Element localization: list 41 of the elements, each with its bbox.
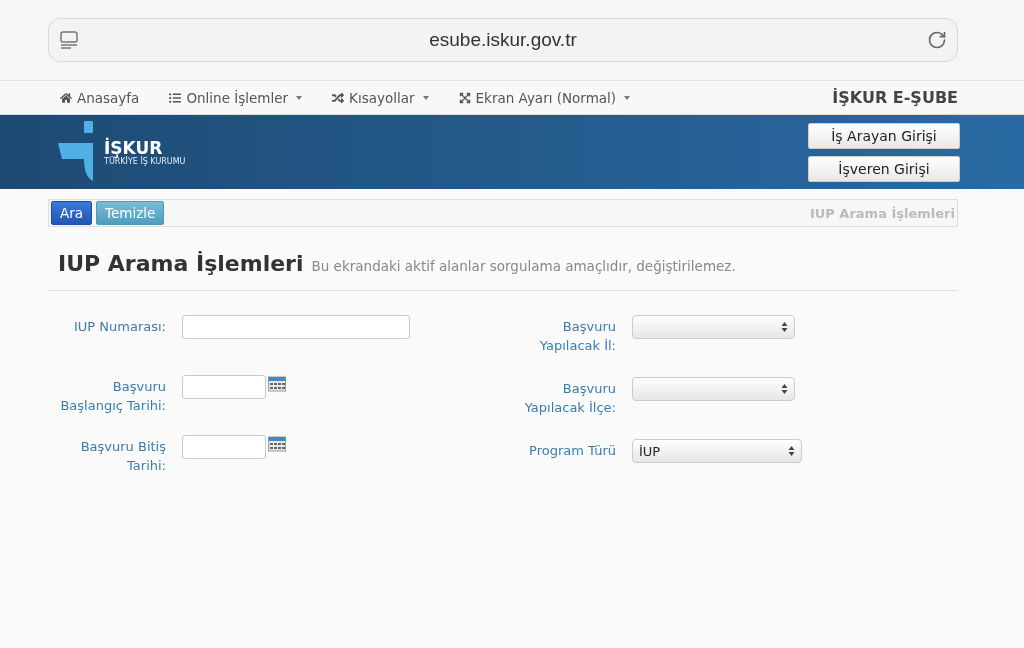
field-label: Başvuru Başlangıç Tarihi: [59,378,166,415]
page-subtitle: Bu ekrandaki aktif alanlar sorgulama amaçlıdır, değiştirilemez. [311,258,736,274]
expand-icon [458,91,471,104]
home-icon [60,91,72,104]
select-field[interactable] [632,377,795,401]
select-field[interactable] [632,315,795,339]
calendar-icon[interactable] [268,375,286,392]
login-button[interactable]: İşveren Girişi [808,155,960,182]
date-input[interactable] [182,435,266,459]
login-button[interactable]: İş Arayan Girişi [808,122,960,149]
text-input[interactable] [182,315,410,339]
nav-menu-item[interactable]: Ekran Ayarı (Normal) [458,89,631,106]
select-arrows-icon [788,445,795,457]
select-arrows-icon [781,383,788,395]
page-icon [59,30,79,50]
select-arrows-icon [781,321,788,333]
address-bar[interactable]: esube.iskur.gov.tr [48,18,958,62]
reload-icon[interactable] [927,30,947,50]
nav-menu-item[interactable]: Anasayfa [60,89,140,106]
calendar-icon[interactable] [268,435,286,452]
site-brand: İŞKUR E-ŞUBE [832,88,958,107]
nav-menu-item[interactable]: Kısayollar [332,89,429,106]
field-label: Başvuru Bitiş Tarihi: [79,438,166,475]
select-field[interactable]: İUP [632,439,802,463]
toolbar-title: IUP Arama İşlemleri [809,205,955,221]
logo-subtitle: TÜRKİYE İŞ KURUMU [104,156,186,166]
caret-icon [422,95,429,100]
list-icon [169,91,182,104]
search-button[interactable]: Ara [51,201,93,225]
field-label: IUP Numarası: [73,318,166,336]
nav-menu-item[interactable]: Online İşlemler [169,89,303,106]
field-label: Başvuru Yapılacak İl: [538,318,616,355]
field-label: Program Türü [528,442,616,460]
logo-title: İŞKUR [104,138,163,157]
shuffle-icon [332,91,345,104]
url-text: esube.iskur.gov.tr [429,29,577,51]
page-title: IUP Arama İşlemleri [58,251,304,276]
date-input[interactable] [182,375,266,399]
field-label: Başvuru Yapılacak İlçe: [523,380,616,417]
caret-icon [624,95,631,100]
caret-icon [296,95,303,100]
